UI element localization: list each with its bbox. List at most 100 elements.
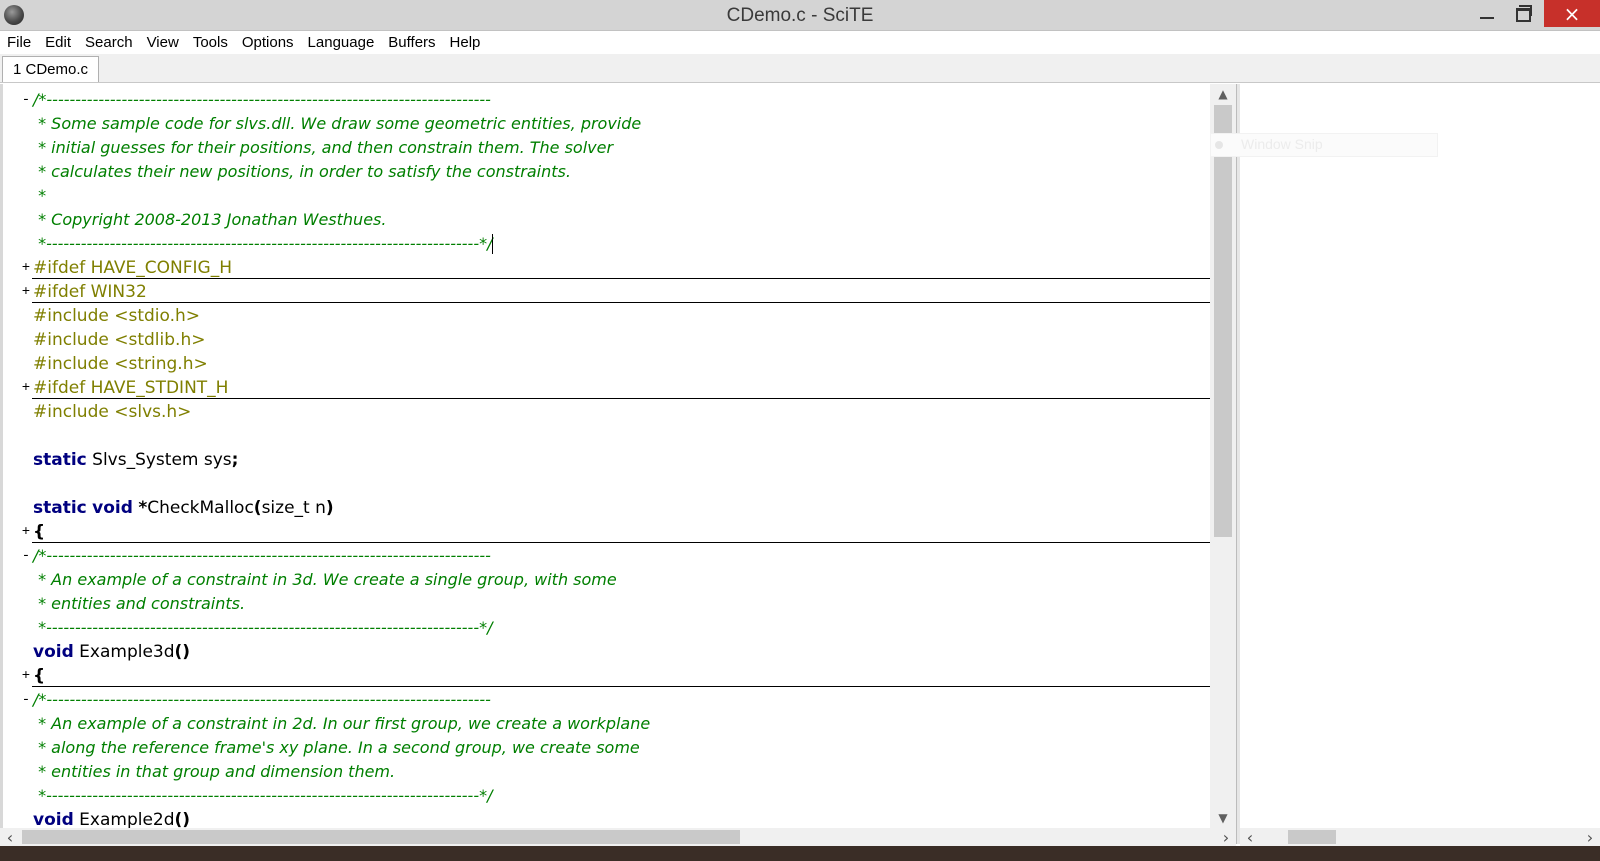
tab-cdemo[interactable]: 1 CDemo.c: [2, 56, 100, 82]
code-line[interactable]: *---------------------------------------…: [18, 784, 1236, 808]
editor-vertical-scrollbar[interactable]: ▲ ▼: [1210, 84, 1236, 828]
code-line[interactable]: #include <slvs.h>: [18, 400, 1236, 424]
code-token: * Some sample code for slvs.dll. We draw…: [33, 114, 642, 133]
code-text: /*--------------------------------------…: [33, 544, 491, 568]
vertical-scroll-thumb[interactable]: [1214, 105, 1232, 537]
code-line[interactable]: * entities and constraints.: [18, 592, 1236, 616]
menu-options[interactable]: Options: [235, 34, 301, 51]
code-token: /*--------------------------------------…: [33, 546, 491, 565]
code-text: /*--------------------------------------…: [33, 88, 491, 112]
horizontal-scroll-thumb[interactable]: [22, 830, 740, 844]
close-button[interactable]: ×: [1544, 0, 1600, 27]
menu-edit[interactable]: Edit: [38, 34, 78, 51]
code-text: void Example3d(): [33, 640, 190, 664]
code-line[interactable]: -/*-------------------------------------…: [18, 88, 1236, 112]
code-line[interactable]: + #ifdef HAVE_STDINT_H: [18, 376, 1236, 400]
code-line[interactable]: static Slvs_System sys;: [18, 448, 1236, 472]
scroll-up-arrow-icon[interactable]: ▲: [1210, 84, 1236, 104]
code-text: * entities and constraints.: [33, 592, 245, 616]
minimize-icon: [1480, 17, 1494, 19]
scroll-down-arrow-icon[interactable]: ▼: [1210, 808, 1236, 828]
code-token: void: [33, 642, 74, 662]
code-line[interactable]: +{: [18, 520, 1236, 544]
code-text: * Copyright 2008-2013 Jonathan Westhues.: [33, 208, 386, 232]
code-text: * An example of a constraint in 3d. We c…: [33, 568, 617, 592]
taskbar-strip: [0, 846, 1600, 861]
menu-file[interactable]: File: [0, 34, 38, 51]
menu-buffers[interactable]: Buffers: [381, 34, 442, 51]
code-token: * An example of a constraint in 2d. In o…: [33, 714, 651, 733]
code-line[interactable]: * along the reference frame's xy plane. …: [18, 736, 1236, 760]
code-line[interactable]: * Some sample code for slvs.dll. We draw…: [18, 112, 1236, 136]
fold-expand-icon[interactable]: +: [20, 520, 32, 544]
code-text: #include <slvs.h>: [33, 400, 191, 424]
output-horizontal-scrollbar[interactable]: ‹ ›: [1240, 828, 1600, 847]
code-line[interactable]: +{: [18, 664, 1236, 688]
code-line[interactable]: -/*-------------------------------------…: [18, 544, 1236, 568]
code-line[interactable]: [18, 424, 1236, 448]
fold-expand-icon[interactable]: +: [20, 664, 32, 688]
output-scroll-left-arrow-icon[interactable]: ‹: [1240, 828, 1260, 847]
code-token: static: [33, 450, 87, 470]
fold-collapse-icon[interactable]: -: [20, 544, 32, 568]
code-token: #ifdef HAVE_CONFIG_H: [33, 258, 233, 278]
menu-view[interactable]: View: [140, 34, 186, 51]
code-line[interactable]: #include <stdlib.h>: [18, 328, 1236, 352]
code-text: * along the reference frame's xy plane. …: [33, 736, 640, 760]
code-token: {: [33, 666, 46, 686]
code-line[interactable]: static void *CheckMalloc(size_t n): [18, 496, 1236, 520]
code-line[interactable]: * entities in that group and dimension t…: [18, 760, 1236, 784]
fold-collapse-icon[interactable]: -: [20, 88, 32, 112]
code-token: #include <stdlib.h>: [33, 330, 206, 350]
maximize-button[interactable]: [1505, 0, 1541, 28]
code-lines: -/*-------------------------------------…: [18, 88, 1236, 828]
fold-expand-icon[interactable]: +: [20, 376, 32, 400]
code-line[interactable]: #include <string.h>: [18, 352, 1236, 376]
code-line[interactable]: [18, 472, 1236, 496]
scroll-right-arrow-icon[interactable]: ›: [1216, 828, 1236, 847]
fold-marker-line: [32, 302, 1210, 303]
editor-horizontal-scrollbar[interactable]: ‹ ›: [0, 828, 1236, 847]
editor-left-border: [0, 84, 3, 828]
code-line[interactable]: + #ifdef WIN32: [18, 280, 1236, 304]
code-line[interactable]: * Copyright 2008-2013 Jonathan Westhues.: [18, 208, 1236, 232]
code-token: void: [33, 810, 74, 828]
code-line[interactable]: void Example2d(): [18, 808, 1236, 828]
menu-tools[interactable]: Tools: [186, 34, 235, 51]
code-text: * initial guesses for their positions, a…: [33, 136, 613, 160]
code-line[interactable]: * An example of a constraint in 3d. We c…: [18, 568, 1236, 592]
code-line[interactable]: *---------------------------------------…: [18, 616, 1236, 640]
code-token: *---------------------------------------…: [33, 786, 493, 805]
code-line[interactable]: *: [18, 184, 1236, 208]
code-token: Example3d: [73, 642, 175, 662]
code-line[interactable]: *---------------------------------------…: [18, 232, 1236, 256]
menu-bar: File Edit Search View Tools Options Lang…: [0, 31, 1600, 53]
code-token: * initial guesses for their positions, a…: [33, 138, 614, 157]
menu-help[interactable]: Help: [443, 34, 488, 51]
code-line[interactable]: #include <stdio.h>: [18, 304, 1236, 328]
code-line[interactable]: * An example of a constraint in 2d. In o…: [18, 712, 1236, 736]
tab-bar: 1 CDemo.c: [0, 54, 1600, 83]
fold-expand-icon[interactable]: +: [20, 256, 32, 280]
code-text: *---------------------------------------…: [33, 784, 492, 808]
fold-expand-icon[interactable]: +: [20, 280, 32, 304]
output-pane[interactable]: [1240, 84, 1600, 828]
code-line[interactable]: * calculates their new positions, in ord…: [18, 160, 1236, 184]
code-token: #include <string.h>: [33, 354, 208, 374]
code-token: #ifdef HAVE_STDINT_H: [33, 378, 229, 398]
code-line[interactable]: * initial guesses for their positions, a…: [18, 136, 1236, 160]
menu-search[interactable]: Search: [78, 34, 140, 51]
code-text: #include <string.h>: [33, 352, 208, 376]
code-line[interactable]: -/*-------------------------------------…: [18, 688, 1236, 712]
output-horizontal-scroll-thumb[interactable]: [1288, 830, 1336, 844]
scroll-left-arrow-icon[interactable]: ‹: [0, 828, 20, 847]
code-token: *: [138, 498, 148, 518]
code-editor[interactable]: -/*-------------------------------------…: [0, 84, 1236, 828]
fold-collapse-icon[interactable]: -: [20, 688, 32, 712]
menu-language[interactable]: Language: [301, 34, 382, 51]
code-line[interactable]: void Example3d(): [18, 640, 1236, 664]
output-scroll-right-arrow-icon[interactable]: ›: [1580, 828, 1600, 847]
code-line[interactable]: + #ifdef HAVE_CONFIG_H: [18, 256, 1236, 280]
minimize-button[interactable]: [1469, 0, 1505, 28]
code-token: Example2d: [73, 810, 175, 828]
